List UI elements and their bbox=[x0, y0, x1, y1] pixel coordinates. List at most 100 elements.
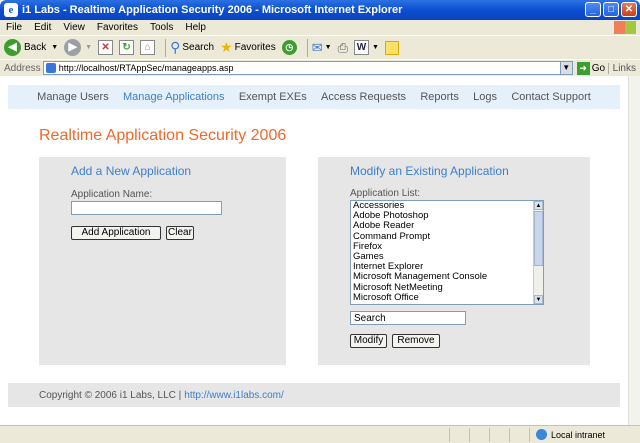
back-label: Back bbox=[24, 42, 47, 53]
address-bar: Address http://localhost/RTAppSec/manage… bbox=[0, 59, 640, 76]
menu-edit[interactable]: Edit bbox=[34, 22, 51, 33]
edit-button[interactable]: W ▼ bbox=[354, 40, 379, 55]
remove-button[interactable]: Remove bbox=[392, 334, 440, 348]
close-icon[interactable]: ✕ bbox=[621, 2, 637, 17]
ie-logo-icon: e bbox=[4, 3, 18, 17]
page-footer: Copyright © 2006 i1 Labs, LLC | http://w… bbox=[8, 383, 620, 407]
add-application-panel: Add a New Application Application Name: … bbox=[39, 157, 286, 365]
refresh-button[interactable]: ↻ bbox=[119, 40, 135, 55]
nav-manage-users[interactable]: Manage Users bbox=[37, 91, 109, 103]
menu-help[interactable]: Help bbox=[185, 22, 206, 33]
search-label: Search bbox=[182, 42, 215, 53]
menu-tools[interactable]: Tools bbox=[150, 22, 173, 33]
maximize-icon[interactable]: □ bbox=[603, 2, 619, 17]
status-segment bbox=[510, 427, 530, 442]
nav-contact-support[interactable]: Contact Support bbox=[511, 91, 591, 103]
status-bar: Local intranet bbox=[0, 425, 640, 443]
chevron-down-icon[interactable]: ▼ bbox=[559, 62, 572, 74]
scroll-up-icon[interactable]: ▲ bbox=[534, 201, 543, 210]
application-list-label: Application List: bbox=[350, 188, 421, 199]
modify-application-panel: Modify an Existing Application Applicati… bbox=[318, 157, 590, 365]
search-icon: ⚲ bbox=[170, 39, 181, 55]
status-segment bbox=[470, 427, 490, 442]
main-nav: Manage Users Manage Applications Exempt … bbox=[8, 85, 620, 109]
title-bar: e i1 Labs - Realtime Application Securit… bbox=[0, 0, 640, 20]
chevron-down-icon[interactable]: ▼ bbox=[85, 44, 92, 51]
page-scrollbar[interactable] bbox=[628, 76, 640, 425]
back-button[interactable]: ◀ Back ▼ bbox=[4, 39, 58, 56]
chevron-down-icon[interactable]: ▼ bbox=[372, 44, 379, 51]
nav-logs[interactable]: Logs bbox=[473, 91, 497, 103]
company-link[interactable]: http://www.i1labs.com/ bbox=[184, 390, 283, 401]
toolbar-separator bbox=[165, 38, 167, 57]
print-icon: ⎙ bbox=[337, 39, 348, 55]
menu-bar: File Edit View Favorites Tools Help bbox=[0, 20, 640, 35]
modify-button[interactable]: Modify bbox=[350, 334, 387, 348]
window-controls: _ □ ✕ bbox=[585, 2, 637, 17]
scroll-down-icon[interactable]: ▼ bbox=[534, 295, 543, 304]
status-segment bbox=[490, 427, 510, 442]
application-name-input[interactable] bbox=[71, 201, 222, 215]
notes-button[interactable] bbox=[384, 40, 399, 55]
stop-button[interactable]: ✕ bbox=[98, 40, 114, 55]
history-button[interactable]: ◷ bbox=[281, 40, 297, 55]
add-panel-title: Add a New Application bbox=[71, 164, 192, 178]
mail-icon: ✉ bbox=[311, 39, 323, 55]
star-icon: ★ bbox=[220, 39, 233, 55]
windows-logo-icon bbox=[614, 21, 636, 34]
back-arrow-icon: ◀ bbox=[4, 39, 21, 56]
browser-toolbar: ◀ Back ▼ ▶ ▼ ✕ ↻ ⌂ ⚲ Search ★ Favorites … bbox=[0, 35, 640, 59]
page-title: Realtime Application Security 2006 bbox=[39, 127, 287, 144]
go-label: Go bbox=[591, 62, 606, 74]
nav-exempt-exes[interactable]: Exempt EXEs bbox=[239, 91, 307, 103]
zone-label: Local intranet bbox=[551, 429, 606, 440]
add-application-button[interactable]: Add Application bbox=[71, 226, 161, 240]
favorites-button[interactable]: ★ Favorites bbox=[220, 39, 276, 56]
print-button[interactable]: ⎙ bbox=[338, 40, 348, 56]
clear-button[interactable]: Clear bbox=[166, 226, 194, 240]
mail-button[interactable]: ✉ ▼ bbox=[312, 40, 332, 56]
address-input[interactable]: http://localhost/RTAppSec/manageapps.asp… bbox=[42, 61, 573, 75]
copyright-text: Copyright © 2006 i1 Labs, LLC | bbox=[39, 389, 182, 401]
application-name-label: Application Name: bbox=[71, 189, 153, 200]
sticky-note-icon bbox=[384, 40, 399, 55]
nav-reports[interactable]: Reports bbox=[420, 91, 459, 103]
toolbar-separator bbox=[306, 38, 308, 57]
home-button[interactable]: ⌂ bbox=[140, 40, 156, 55]
links-button[interactable]: Links bbox=[607, 62, 636, 74]
listbox-scrollbar[interactable]: ▲ ▼ bbox=[533, 201, 543, 304]
globe-icon bbox=[536, 429, 547, 440]
menu-file[interactable]: File bbox=[6, 22, 22, 33]
address-url: http://localhost/RTAppSec/manageapps.asp bbox=[58, 63, 234, 73]
refresh-icon: ↻ bbox=[119, 40, 135, 55]
security-zone: Local intranet bbox=[530, 429, 605, 440]
search-input[interactable] bbox=[350, 311, 466, 325]
favorites-label: Favorites bbox=[234, 42, 276, 53]
address-label: Address bbox=[4, 62, 41, 74]
history-icon: ◷ bbox=[281, 40, 297, 55]
nav-access-requests[interactable]: Access Requests bbox=[321, 91, 406, 103]
chevron-down-icon[interactable]: ▼ bbox=[51, 44, 58, 51]
forward-button[interactable]: ▶ ▼ bbox=[64, 39, 92, 56]
status-text-area bbox=[0, 427, 450, 442]
page-content: Manage Users Manage Applications Exempt … bbox=[0, 76, 628, 425]
nav-manage-applications[interactable]: Manage Applications bbox=[123, 91, 225, 103]
menu-favorites[interactable]: Favorites bbox=[97, 22, 138, 33]
stop-icon: ✕ bbox=[98, 40, 114, 55]
go-arrow-icon: ➜ bbox=[576, 61, 590, 75]
application-listbox[interactable]: Accessories Adobe Photoshop Adobe Reader… bbox=[350, 200, 544, 305]
minimize-icon[interactable]: _ bbox=[585, 2, 601, 17]
go-button[interactable]: ➜ Go bbox=[576, 61, 606, 75]
modify-panel-title: Modify an Existing Application bbox=[350, 164, 509, 178]
scroll-thumb[interactable] bbox=[534, 211, 543, 266]
home-icon: ⌂ bbox=[140, 40, 156, 55]
chevron-down-icon[interactable]: ▼ bbox=[325, 44, 332, 51]
list-item[interactable]: Microsoft Office bbox=[351, 292, 543, 303]
word-icon: W bbox=[354, 40, 369, 55]
menu-view[interactable]: View bbox=[63, 22, 85, 33]
page-icon bbox=[45, 63, 56, 73]
status-segment bbox=[450, 427, 470, 442]
forward-arrow-icon: ▶ bbox=[64, 39, 82, 56]
search-button[interactable]: ⚲ Search bbox=[170, 39, 214, 56]
window-title: i1 Labs - Realtime Application Security … bbox=[22, 4, 403, 16]
